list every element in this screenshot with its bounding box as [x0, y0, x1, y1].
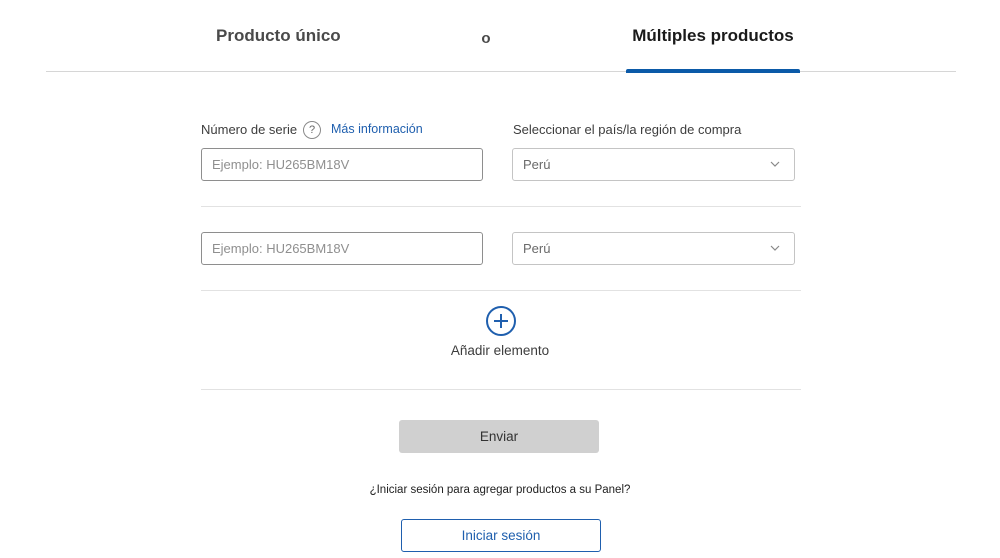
more-info-link[interactable]: Más información [331, 122, 423, 136]
add-item-button[interactable] [486, 306, 516, 336]
tab-single-product[interactable]: Producto único [46, 0, 471, 72]
tab-separator: o [481, 29, 491, 47]
serial-number-input-2[interactable] [201, 232, 483, 265]
serial-number-input-1[interactable] [201, 148, 483, 181]
tab-single-product-label: Producto único [216, 26, 341, 45]
add-item-label[interactable]: Añadir elemento [400, 343, 600, 358]
form-divider [201, 389, 801, 390]
country-select-2[interactable]: Perú [512, 232, 795, 265]
country-select-2-value: Perú [523, 241, 551, 256]
plus-circle-icon [494, 314, 508, 328]
tab-multiple-products[interactable]: Múltiples productos [626, 0, 800, 73]
row-divider [201, 290, 801, 291]
signin-prompt: ¿Iniciar sesión para agregar productos a… [369, 484, 631, 496]
active-tab-indicator [626, 69, 800, 73]
signin-button[interactable]: Iniciar sesión [401, 519, 601, 552]
chevron-down-icon [770, 161, 780, 167]
row-divider [201, 206, 801, 207]
submit-button[interactable]: Enviar [399, 420, 599, 453]
country-select-1[interactable]: Perú [512, 148, 795, 181]
country-select-1-value: Perú [523, 157, 551, 172]
country-label: Seleccionar el país/la región de compra [513, 122, 742, 137]
serial-number-label: Número de serie [201, 122, 298, 137]
tab-multiple-products-label: Múltiples productos [632, 26, 794, 45]
question-circle-icon[interactable]: ? [303, 121, 321, 139]
product-tabs: Producto único o Múltiples productos [46, 0, 956, 73]
chevron-down-icon [770, 245, 780, 251]
